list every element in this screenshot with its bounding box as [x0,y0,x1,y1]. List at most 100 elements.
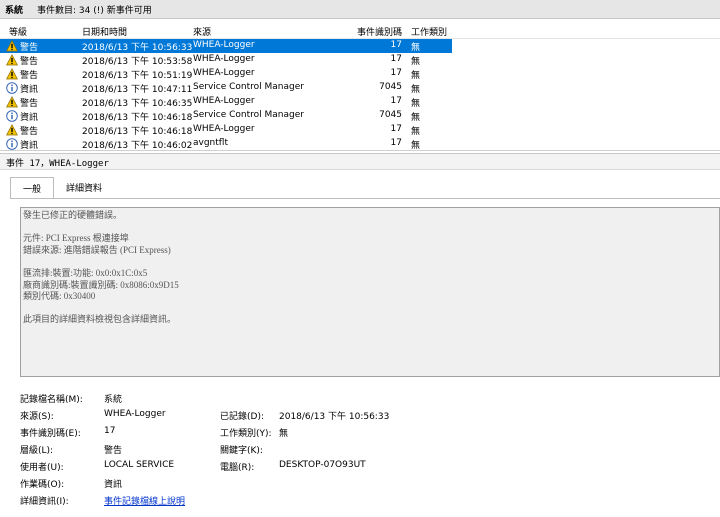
event-source: WHEA-Logger [193,96,255,106]
task-category-label: 工作類別(Y): [220,429,272,439]
event-row[interactable]: 資訊 2018/6/13 下午 10:47:11 Service Control M… [0,81,720,95]
title-bar: 系統 事件數目: 34 (!) 新事件可用 [0,0,720,19]
event-category: 無 [411,43,421,53]
description-line: 錯誤來源: 進階錯誤報告 (PCI Express) [23,244,171,255]
event-category: 無 [411,127,421,137]
detail-tabs: 一般 詳細資料 [10,177,114,199]
event-source: WHEA-Logger [193,40,255,50]
description-line: 廠商識別碼:裝置識別碼: 0x8086:0x9D15 [23,279,179,290]
column-header-event-id[interactable]: 事件識別碼 [340,25,402,38]
event-category: 無 [411,99,421,109]
event-source: WHEA-Logger [193,68,255,78]
event-id: 17 [390,40,402,50]
event-id: 17 [390,68,402,78]
event-count: 事件數目: 34 (!) 新事件可用 [37,5,152,16]
event-level: 警告 [20,57,39,67]
event-level: 資訊 [20,141,39,151]
event-date: 2018/6/13 下午 10:47:11 [82,85,193,95]
info-icon [6,138,18,150]
description-line: 此項目的詳細資料檢視包含詳細資訊。 [23,314,177,325]
tab-details[interactable]: 詳細資料 [54,177,114,198]
detail-title: 事件 17，WHEA-Logger [0,153,720,170]
tab-general[interactable]: 一般 [10,177,55,199]
warning-icon [6,40,18,52]
description-line: 類別代碼: 0x30400 [23,291,96,302]
event-source: Service Control Manager [193,82,304,92]
event-id: 7045 [379,82,402,92]
event-id-label: 事件識別碼(E): [20,429,81,439]
event-id-value: 17 [104,426,116,436]
event-row[interactable]: 警告 2018/6/13 下午 10:51:19 WHEA-Logger 17 無 [0,67,720,81]
tab-divider [10,198,720,199]
event-row[interactable]: 警告 2018/6/13 下午 10:56:33 WHEA-Logger 17 無 [0,39,452,53]
more-info-link[interactable]: 事件記錄檔線上說明 [104,494,185,507]
event-category: 無 [411,85,421,95]
event-date: 2018/6/13 下午 10:46:02 [82,141,193,151]
event-row[interactable]: 警告 2018/6/13 下午 10:46:18 WHEA-Logger 17 無 [0,123,720,137]
column-header-source[interactable]: 來源 [193,25,211,38]
event-row[interactable]: 警告 2018/6/13 下午 10:53:58 WHEA-Logger 17 無 [0,53,720,67]
event-category: 無 [411,71,421,81]
event-properties: 記錄檔名稱(M): 系統 來源(S): WHEA-Logger 已記錄(D): … [0,387,720,517]
column-header-category[interactable]: 工作類別 [411,25,447,38]
user-value: LOCAL SERVICE [104,460,175,470]
event-row[interactable]: 警告 2018/6/13 下午 10:46:35 WHEA-Logger 17 無 [0,95,720,109]
event-row[interactable]: 資訊 2018/6/13 下午 10:46:18 Service Control M… [0,109,720,123]
log-name-label: 記錄檔名稱(M): [20,395,83,405]
event-source: Service Control Manager [193,110,304,120]
event-level: 警告 [20,43,39,53]
event-id: 17 [390,54,402,64]
opcode-label: 作業碼(O): [20,480,65,490]
description-line: 匯流排:裝置:功能: 0x0:0x1C:0x5 [23,267,148,278]
event-level: 警告 [20,71,39,81]
warning-icon [6,96,18,108]
event-date: 2018/6/13 下午 10:51:19 [82,71,193,81]
event-level: 警告 [20,99,39,109]
event-source: avgntflt [193,138,228,148]
level-label: 層級(L): [20,446,54,456]
event-source: WHEA-Logger [193,54,255,64]
description-line: 發生已修正的硬體錯誤。 [23,210,123,220]
event-category: 無 [411,113,421,123]
event-id: 17 [390,96,402,106]
event-source: WHEA-Logger [193,124,255,134]
source-label: 來源(S): [20,412,54,422]
event-category: 無 [411,57,421,67]
event-row[interactable]: 資訊 2018/6/13 下午 10:46:02 avgntflt 17 無 [0,137,720,151]
info-icon [6,82,18,94]
event-grid[interactable]: 等級 日期和時間 來源 事件識別碼 工作類別 警告 2018/6/13 下午 10… [0,21,720,151]
warning-icon [6,54,18,66]
computer-label: 電腦(R): [220,463,255,473]
user-label: 使用者(U): [20,463,64,473]
description-line: 元件: PCI Express 根連接埠 [23,233,129,244]
event-category: 無 [411,141,421,151]
grid-header: 等級 日期和時間 來源 事件識別碼 工作類別 [0,21,720,39]
source-value: WHEA-Logger [104,409,166,419]
event-date: 2018/6/13 下午 10:56:33 [82,43,193,53]
task-category-value: 無 [279,429,289,439]
more-info-label: 詳細資訊(I): [20,497,69,507]
event-level: 資訊 [20,85,39,95]
event-description[interactable]: 發生已修正的硬體錯誤。 元件: PCI Express 根連接埠 錯誤來源: 進… [20,207,720,377]
logged-value: 2018/6/13 下午 10:56:33 [279,412,390,422]
event-id: 7045 [379,110,402,120]
event-id: 17 [390,124,402,134]
event-level: 資訊 [20,113,39,123]
info-icon [6,110,18,122]
log-name-value: 系統 [104,395,123,405]
level-value: 警告 [104,446,123,456]
keywords-label: 關鍵字(K): [220,446,263,456]
opcode-value: 資訊 [104,480,123,490]
event-date: 2018/6/13 下午 10:46:18 [82,127,193,137]
event-level: 警告 [20,127,39,137]
event-date: 2018/6/13 下午 10:53:58 [82,57,193,67]
column-header-level[interactable]: 等級 [9,25,27,38]
computer-value: DESKTOP-07O93UT [279,460,366,470]
column-header-date[interactable]: 日期和時間 [82,25,127,38]
warning-icon [6,68,18,80]
log-title: 系統 [5,5,24,16]
logged-label: 已記錄(D): [220,412,264,422]
warning-icon [6,124,18,136]
event-date: 2018/6/13 下午 10:46:35 [82,99,193,109]
event-date: 2018/6/13 下午 10:46:18 [82,113,193,123]
